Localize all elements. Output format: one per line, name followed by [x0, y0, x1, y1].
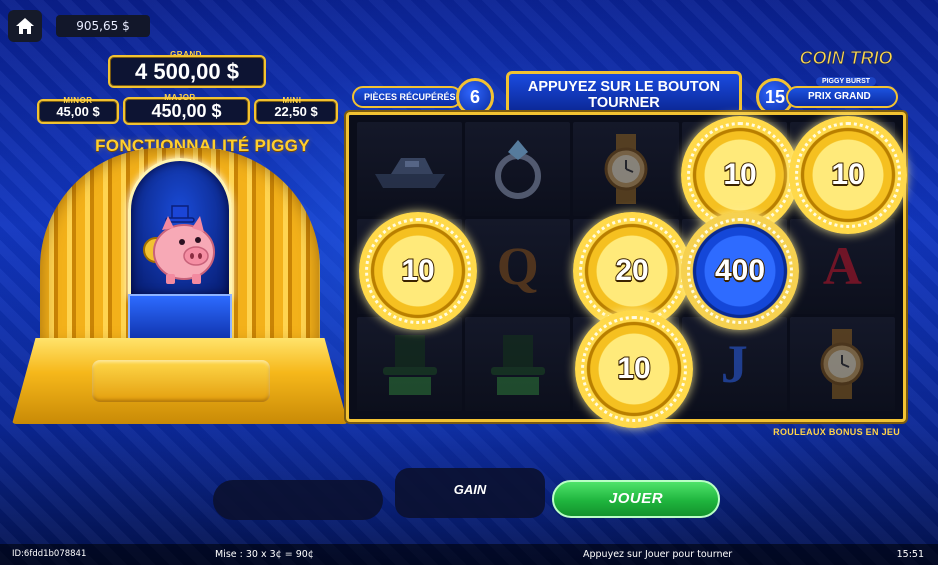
home-icon	[16, 18, 34, 34]
symbol-q: Q	[496, 236, 539, 297]
reel-cell	[465, 122, 571, 217]
reel-cell	[357, 122, 463, 217]
boat-icon	[374, 158, 445, 189]
watch-icon	[604, 134, 648, 205]
home-button[interactable]	[8, 10, 42, 42]
coin-value: 20	[614, 253, 649, 288]
balance-display: 905,65 $	[56, 15, 150, 37]
coin: 10	[575, 310, 693, 428]
watch-icon	[820, 328, 864, 399]
coin-value: 10	[830, 157, 865, 192]
symbol-a: A	[822, 236, 862, 297]
coins-collected-count: 6	[456, 78, 494, 116]
header-message: APPUYEZ SUR LE BOUTON TOURNER	[506, 71, 742, 115]
major-jackpot-label: MAJOR	[164, 93, 196, 102]
reel-grid-frame: Q A J 10 10 10 20 400 10	[346, 112, 907, 428]
top-hat-icon	[382, 334, 437, 395]
logo-subtitle: PIGGY BURST	[815, 77, 877, 86]
win-label: GAIN	[453, 482, 487, 497]
coins-collected-label: PIÈCES RÉCUPÉRÉS	[352, 86, 462, 108]
bet-info: Mise : 30 x 3¢ = 90¢	[215, 549, 314, 560]
grand-jackpot-value: 4 500,00 $	[108, 55, 266, 88]
clock: 15:51	[896, 549, 924, 560]
top-hat-icon	[490, 334, 545, 395]
coin-value: 10	[400, 253, 435, 288]
reel-grid: Q A J 10 10 10 20 400 10	[357, 116, 907, 428]
piggy-bank-icon	[143, 205, 215, 284]
coin-value: 400	[714, 253, 766, 288]
coin-value: 10	[616, 351, 651, 386]
symbol-j: J	[720, 333, 748, 394]
reel-cell: J	[681, 316, 787, 411]
stage-plaque	[92, 360, 270, 402]
mini-jackpot-label: MINI	[282, 96, 302, 105]
reel-cell	[573, 122, 679, 217]
game-logo: COIN TRIO PIGGY BURST	[796, 48, 896, 86]
logo-title: COIN TRIO	[799, 48, 893, 69]
coin-value: 10	[722, 157, 757, 192]
reel-cell: Q	[465, 219, 571, 314]
ring-icon	[494, 140, 541, 200]
play-button[interactable]: JOUER	[552, 480, 720, 518]
coin: 400	[681, 212, 799, 330]
grand-prize-label: PRIX GRAND	[786, 86, 898, 108]
reel-cell	[789, 316, 895, 411]
coin: 10	[359, 212, 477, 330]
reel-cell	[465, 316, 571, 411]
status-message: Appuyez sur Jouer pour tourner	[583, 549, 733, 560]
session-id: ID:6fdd1b078841	[12, 549, 87, 559]
bet-panel[interactable]	[213, 480, 383, 520]
status-bar: ID:6fdd1b078841 Mise : 30 x 3¢ = 90¢ App…	[0, 544, 938, 565]
reel-cell	[357, 316, 463, 411]
stage-podium	[128, 294, 232, 340]
minor-jackpot-label: MINOR	[63, 96, 93, 105]
coin: 10	[789, 116, 907, 234]
bonus-reels-label: ROULEAUX BONUS EN JEU	[773, 427, 900, 437]
